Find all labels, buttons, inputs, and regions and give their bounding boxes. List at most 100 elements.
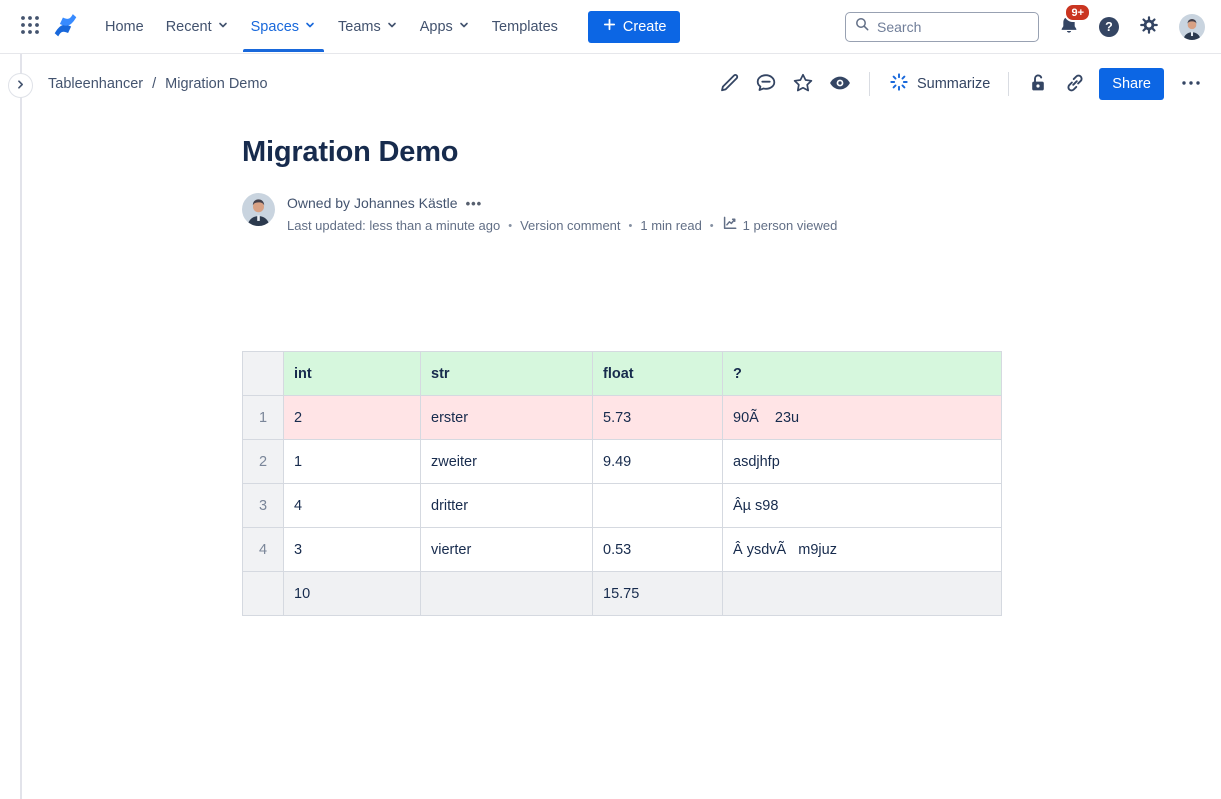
table-header-str: str: [421, 352, 593, 396]
unlock-icon: [1026, 71, 1050, 98]
summary-cell: [723, 572, 1002, 616]
last-updated-text: Last updated: less than a minute ago: [287, 216, 500, 236]
breadcrumb-space-link[interactable]: Tableenhancer: [48, 76, 143, 92]
table-summary-row: 10 15.75: [243, 572, 1002, 616]
search-icon: [854, 16, 870, 37]
topnav-right-group: 9+: [845, 12, 1205, 42]
people-viewed[interactable]: 1 person viewed: [722, 215, 838, 237]
version-comment-text: Version comment: [520, 216, 620, 236]
link-icon: [1063, 71, 1087, 98]
search-input[interactable]: [877, 19, 1007, 35]
copy-link-button[interactable]: [1058, 68, 1091, 100]
meta-separator: •: [508, 216, 512, 236]
owner-avatar[interactable]: [242, 193, 275, 226]
nav-item-label: Spaces: [251, 19, 299, 35]
summary-cell: 10: [284, 572, 421, 616]
table-cell: 1: [284, 440, 421, 484]
gear-icon: [1138, 14, 1160, 39]
byline-more-button[interactable]: •••: [462, 196, 487, 211]
nav-item-templates[interactable]: Templates: [482, 11, 568, 43]
help-button[interactable]: [1099, 17, 1119, 37]
nav-item-apps[interactable]: Apps: [410, 11, 480, 43]
page-actions: Summarize: [713, 67, 1207, 101]
help-icon: [1099, 17, 1119, 37]
actions-divider: [869, 72, 870, 96]
table-cell: vierter: [421, 528, 593, 572]
nav-item-teams[interactable]: Teams: [328, 11, 408, 43]
breadcrumb-row: Tableenhancer / Migration Demo: [0, 54, 1221, 114]
summarize-button[interactable]: Summarize: [882, 67, 996, 101]
table-cell: 90Ã 23u: [723, 396, 1002, 440]
table-row: 2 1 zweiter 9.49 asdjhfp: [243, 440, 1002, 484]
meta-separator: •: [629, 216, 633, 236]
row-number-cell: [243, 572, 284, 616]
table-corner-cell: [243, 352, 284, 396]
watch-button[interactable]: [824, 68, 857, 100]
nav-item-recent[interactable]: Recent: [156, 11, 239, 43]
row-number-cell: 2: [243, 440, 284, 484]
summarize-label: Summarize: [917, 76, 990, 92]
owner-name-link[interactable]: Johannes Kästle: [354, 193, 458, 213]
owned-by-line: Owned by Johannes Kästle •••: [287, 193, 837, 213]
table-cell: 2: [284, 396, 421, 440]
breadcrumb: Tableenhancer / Migration Demo: [48, 76, 268, 92]
table-container: int str float ? 1 2 erster 5.73 90Ã 23u: [242, 351, 1221, 616]
create-button-label: Create: [623, 19, 667, 35]
create-button[interactable]: Create: [588, 11, 681, 43]
eye-icon: [828, 71, 852, 98]
breadcrumb-page-link[interactable]: Migration Demo: [165, 76, 267, 92]
comment-icon: [754, 71, 778, 98]
user-avatar[interactable]: [1179, 14, 1205, 40]
restrictions-button[interactable]: [1021, 68, 1054, 100]
nav-item-spaces[interactable]: Spaces: [241, 11, 326, 43]
table-cell: erster: [421, 396, 593, 440]
table-header-int: int: [284, 352, 421, 396]
table-cell: 5.73: [593, 396, 723, 440]
confluence-home-button[interactable]: [52, 12, 79, 42]
nav-item-label: Home: [105, 19, 144, 35]
settings-button[interactable]: [1138, 14, 1160, 39]
people-viewed-text: 1 person viewed: [743, 216, 838, 236]
nav-item-label: Templates: [492, 19, 558, 35]
comment-button[interactable]: [750, 68, 783, 100]
row-number-cell: 1: [243, 396, 284, 440]
table-row: 1 2 erster 5.73 90Ã 23u: [243, 396, 1002, 440]
table-row: 3 4 dritter Âµ s98: [243, 484, 1002, 528]
byline: Owned by Johannes Kästle ••• Last update…: [242, 193, 1221, 237]
owned-by-label: Owned by: [287, 193, 350, 213]
breadcrumb-separator: /: [152, 76, 156, 92]
nav-item-label: Recent: [166, 19, 212, 35]
read-time-text: 1 min read: [640, 216, 701, 236]
table-cell: Âµ s98: [723, 484, 1002, 528]
summary-cell: 15.75: [593, 572, 723, 616]
meta-separator: •: [710, 216, 714, 236]
chevron-down-icon: [304, 19, 316, 35]
nav-item-label: Apps: [420, 19, 453, 35]
search-box[interactable]: [845, 12, 1039, 42]
expand-sidebar-button[interactable]: [8, 73, 33, 98]
table-row: 4 3 vierter 0.53 Â ysdvÃ m9juz: [243, 528, 1002, 572]
summary-cell: [421, 572, 593, 616]
chevron-down-icon: [217, 19, 229, 35]
chevron-down-icon: [458, 19, 470, 35]
share-button[interactable]: Share: [1099, 68, 1164, 100]
star-icon: [791, 71, 815, 98]
chevron-down-icon: [386, 19, 398, 35]
analytics-icon: [722, 215, 738, 237]
table-cell: Â ysdvÃ m9juz: [723, 528, 1002, 572]
notifications-button[interactable]: 9+: [1058, 14, 1080, 39]
nav-item-home[interactable]: Home: [95, 11, 154, 43]
table-cell: 9.49: [593, 440, 723, 484]
page-meta-line: Last updated: less than a minute ago • V…: [287, 215, 837, 237]
table-cell: [593, 484, 723, 528]
edit-button[interactable]: [713, 68, 746, 100]
row-number-cell: 4: [243, 528, 284, 572]
page-content: Migration Demo Owned by Johannes Kästle …: [0, 134, 1221, 616]
star-button[interactable]: [787, 68, 820, 100]
top-navigation: Home Recent Spaces Teams Apps: [0, 0, 1221, 54]
app-switcher-button[interactable]: [18, 13, 42, 40]
table-cell: 3: [284, 528, 421, 572]
more-actions-button[interactable]: [1174, 68, 1207, 100]
sidebar-divider: [20, 54, 22, 799]
row-number-cell: 3: [243, 484, 284, 528]
